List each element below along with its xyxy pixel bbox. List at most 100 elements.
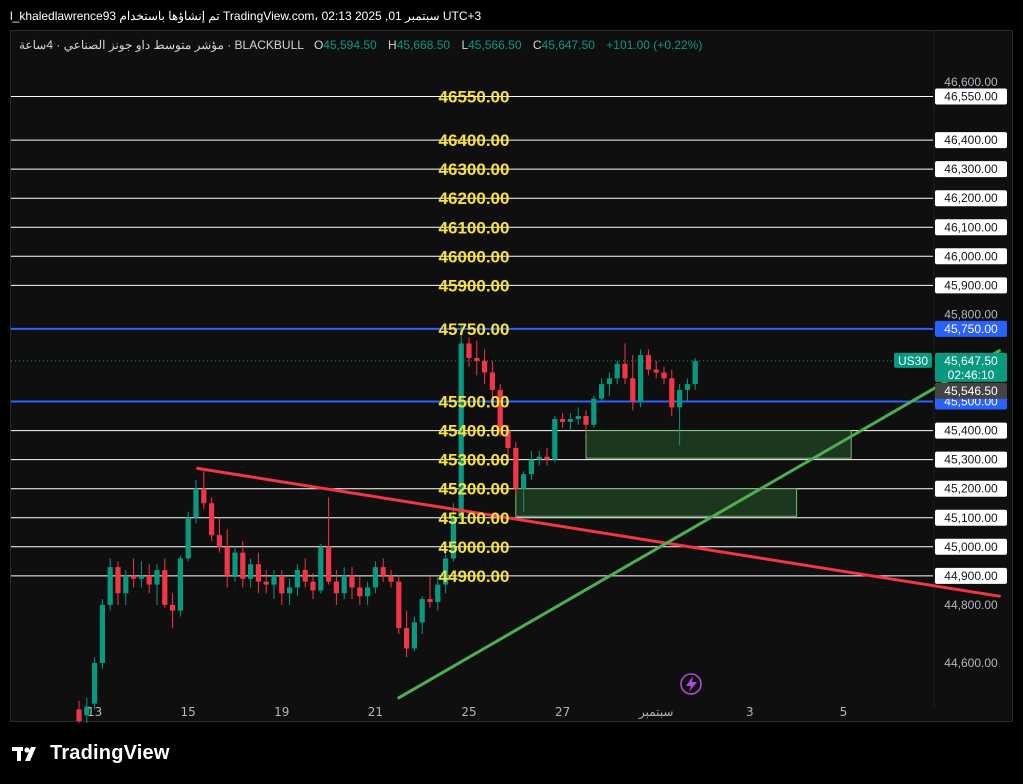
candle-body[interactable] <box>544 456 550 460</box>
time-axis-label: 25 <box>461 705 476 719</box>
blue-level-label: 45500.00 <box>439 393 510 412</box>
candle-body[interactable] <box>606 378 612 385</box>
tradingview-brand: TradingView <box>50 742 170 764</box>
time-axis-label: 5 <box>840 705 848 719</box>
candle-body[interactable] <box>224 546 230 576</box>
candle-body[interactable] <box>216 535 222 547</box>
candle-body[interactable] <box>255 564 261 582</box>
white-level-label: 46400.00 <box>439 131 510 150</box>
tradingview-logo[interactable]: TradingView <box>12 742 170 765</box>
candle-body[interactable] <box>341 575 347 594</box>
candle-body[interactable] <box>170 604 176 611</box>
candle-body[interactable] <box>279 575 285 594</box>
candle-body[interactable] <box>614 363 620 379</box>
price-axis-label: 44,800.00 <box>944 598 998 612</box>
candle-body[interactable] <box>294 570 300 588</box>
candle-body[interactable] <box>692 360 698 385</box>
candle-body[interactable] <box>552 418 558 460</box>
white-level-label: 45400.00 <box>439 422 510 441</box>
candle-body[interactable] <box>677 389 683 408</box>
low-value: 45,566.50 <box>468 38 522 52</box>
candle-body[interactable] <box>123 575 129 594</box>
red-trendline[interactable] <box>196 466 1001 598</box>
white-level-label: 46300.00 <box>439 160 510 179</box>
candle-body[interactable] <box>287 587 293 594</box>
candle-body[interactable] <box>474 357 480 361</box>
white-level-label: 46000.00 <box>439 247 510 266</box>
white-level-label: 45000.00 <box>439 538 510 557</box>
candle-body[interactable] <box>684 384 690 390</box>
price-axis-label: 45,100.00 <box>944 511 998 525</box>
candle-body[interactable] <box>131 575 137 579</box>
candle-body[interactable] <box>591 398 597 425</box>
candle-body[interactable] <box>404 628 410 649</box>
candle-body[interactable] <box>310 581 316 591</box>
candle-body[interactable] <box>76 709 82 722</box>
candle-body[interactable] <box>232 552 238 576</box>
price-axis-label: 45,750.00 <box>944 322 998 336</box>
candle-body[interactable] <box>567 418 573 422</box>
candle-body[interactable] <box>154 570 160 585</box>
candle-body[interactable] <box>638 355 644 402</box>
candle-body[interactable] <box>536 456 542 460</box>
candle-body[interactable] <box>661 372 667 379</box>
candle-body[interactable] <box>185 517 191 559</box>
candle-body[interactable] <box>177 558 183 611</box>
price-chart[interactable]: 46550.00 46400.00 46300.00 46200.00 46100.00… <box>11 31 1014 723</box>
candle-body[interactable] <box>575 416 581 419</box>
candle-body[interactable] <box>583 416 589 425</box>
candle-body[interactable] <box>427 599 433 602</box>
candle-body[interactable] <box>466 343 472 358</box>
candle-body[interactable] <box>380 567 386 576</box>
candle-body[interactable] <box>92 663 98 704</box>
candle-body[interactable] <box>630 378 636 402</box>
price-axis-label: 46,100.00 <box>944 220 998 234</box>
candle-body[interactable] <box>419 599 425 623</box>
candle-body[interactable] <box>482 360 488 373</box>
candle-body[interactable] <box>622 363 628 379</box>
candle-body[interactable] <box>248 564 254 579</box>
white-level-label: 45900.00 <box>439 276 510 295</box>
candle-body[interactable] <box>193 488 199 518</box>
time-axis-label: 27 <box>555 705 570 719</box>
candle-body[interactable] <box>138 575 144 579</box>
candle-body[interactable] <box>201 488 207 504</box>
candle-body[interactable] <box>528 459 534 475</box>
candle-body[interactable] <box>396 581 402 629</box>
candle-body[interactable] <box>653 369 659 373</box>
chart-panel[interactable]: 46550.00 46400.00 46300.00 46200.00 46100.00… <box>10 30 1014 723</box>
candle-body[interactable] <box>489 372 495 390</box>
candle-body[interactable] <box>318 546 324 591</box>
candle-body[interactable] <box>560 418 566 422</box>
candle-body[interactable] <box>326 546 332 582</box>
price-axis-label: 45,000.00 <box>944 540 998 554</box>
candle-body[interactable] <box>115 567 121 594</box>
demand-zone[interactable] <box>585 430 852 459</box>
candle-body[interactable] <box>372 567 378 588</box>
candle-body[interactable] <box>333 581 339 594</box>
candle-body[interactable] <box>435 584 441 602</box>
open-value: 45,594.50 <box>323 38 377 52</box>
candle-body[interactable] <box>209 503 215 536</box>
candle-body[interactable] <box>365 587 371 597</box>
candle-body[interactable] <box>146 575 152 585</box>
candle-body[interactable] <box>357 587 363 597</box>
candle-body[interactable] <box>107 567 113 605</box>
close-value: 45,647.50 <box>541 38 595 52</box>
price-axis-label: 45,300.00 <box>944 453 998 467</box>
candle-body[interactable] <box>411 622 417 649</box>
price-axis-label: 46,550.00 <box>944 90 998 104</box>
candle-body[interactable] <box>599 384 605 399</box>
candle-body[interactable] <box>645 355 651 370</box>
candle-body[interactable] <box>302 570 308 582</box>
candle-body[interactable] <box>162 570 168 605</box>
candle-body[interactable] <box>99 604 105 663</box>
symbol-legend: مؤشر متوسط داو جونز الصناعي · 4ساعة · BL… <box>19 38 702 52</box>
candle-body[interactable] <box>271 575 277 585</box>
candle-body[interactable] <box>263 581 269 585</box>
candle-body[interactable] <box>669 378 675 408</box>
candle-body[interactable] <box>349 575 355 588</box>
candle-body[interactable] <box>388 575 394 582</box>
candle-body[interactable] <box>240 552 246 579</box>
chart-header: l_khaledlawrence93 تم إنشاؤها باستخدام T… <box>10 9 482 23</box>
